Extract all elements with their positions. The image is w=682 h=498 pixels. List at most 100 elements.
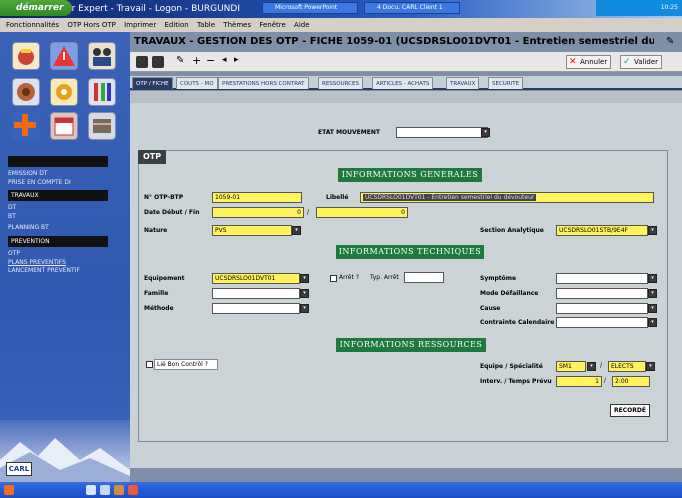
tab-travaux[interactable]: TRAVAUX — [446, 77, 480, 89]
calendar-tool-icon[interactable] — [50, 112, 78, 140]
menu-item-themes[interactable]: Thèmes — [223, 21, 251, 29]
arret-checkbox[interactable] — [330, 275, 337, 282]
otp-number-label: N° OTP-BTP — [144, 194, 184, 201]
mode-defaillance-field[interactable] — [556, 288, 648, 299]
etat-mouvement-field[interactable] — [396, 127, 488, 138]
edit-pencil-icon[interactable]: ✎ — [666, 36, 676, 48]
taskbar-item-powerpoint[interactable]: Microsoft PowerPoint — [262, 2, 358, 14]
date-start-field[interactable]: 0 — [212, 207, 304, 218]
sidebar-item-otp[interactable]: OTP — [8, 250, 20, 258]
edit-icon[interactable]: ✎ — [176, 55, 184, 66]
equipe-dropdown-icon[interactable]: ▾ — [587, 362, 596, 371]
famille-dropdown-icon[interactable]: ▾ — [300, 289, 309, 298]
sidebar-item-prise-en-compte[interactable]: PRISE EN COMPTE DI — [8, 179, 71, 187]
equipe-field[interactable]: SM1 — [556, 361, 586, 372]
mode-defaillance-dropdown-icon[interactable]: ▾ — [648, 289, 657, 298]
warning-tool-icon[interactable] — [50, 42, 78, 70]
menu-item-otp[interactable]: OTP Hors OTP — [67, 21, 116, 29]
diagnostic-tool-icon[interactable] — [12, 42, 40, 70]
menu-item-edition[interactable]: Edition — [164, 21, 188, 29]
add-icon[interactable]: + — [192, 54, 201, 67]
quicklaunch-desktop-icon[interactable] — [100, 485, 110, 495]
annuler-label: Annuler — [580, 58, 608, 66]
tab-articles-achats[interactable]: ARTICLES - ACHATS — [372, 77, 434, 89]
team-tool-icon[interactable] — [88, 42, 116, 70]
specialite-dropdown-icon[interactable]: ▾ — [646, 362, 655, 371]
print-icon[interactable] — [152, 56, 164, 68]
etat-mouvement-dropdown-icon[interactable]: ▾ — [481, 128, 490, 137]
sidebar-item-planning-bt[interactable]: PLANNING BT — [8, 224, 49, 232]
famille-label: Famille — [144, 290, 169, 297]
sidebar-item-bt[interactable]: BT — [8, 213, 16, 221]
menu-item-table[interactable]: Table — [197, 21, 215, 29]
system-tray: 10:25 — [596, 0, 682, 16]
date-end-field[interactable]: 0 — [316, 207, 408, 218]
save-icon[interactable] — [136, 56, 148, 68]
contrainte-field[interactable] — [556, 317, 648, 328]
tools-tool-icon[interactable] — [88, 78, 116, 106]
valider-button[interactable]: ✓ Valider — [620, 55, 663, 69]
form-sub-bar — [130, 91, 682, 103]
sidebar-item-prevention[interactable]: PREVENTION — [8, 236, 108, 247]
section-resources-header: INFORMATIONS RESSOURCES — [336, 338, 486, 352]
specialite-field[interactable]: ELECTS — [608, 361, 646, 372]
menu-item-imprimer[interactable]: Imprimer — [124, 21, 156, 29]
interv-field[interactable]: 1 — [556, 376, 602, 387]
tab-ressources[interactable]: RESSOURCES — [318, 77, 363, 89]
menu-item-fonctionnalites[interactable]: Fonctionnalités — [6, 21, 59, 29]
libelle-label: Libellé — [326, 194, 349, 201]
nature-field[interactable]: PVS — [212, 225, 292, 236]
otp-number-field[interactable]: 1059-01 — [212, 192, 302, 203]
tab-couts-mo[interactable]: COUTS - MO — [176, 77, 218, 89]
equipement-field[interactable]: UCSDRSLO01DVT01 — [212, 273, 300, 284]
etat-mouvement-label: ETAT MOUVEMENT — [318, 129, 380, 136]
symptome-label: Symptôme — [480, 275, 517, 282]
start-button[interactable]: démarrer — [0, 0, 72, 16]
taskbar-item-carl[interactable]: 4 Docu. CARL Client 1 — [364, 2, 460, 14]
equipement-dropdown-icon[interactable]: ▾ — [300, 274, 309, 283]
temps-prevu-field[interactable]: 2:00 — [612, 376, 650, 387]
recorde-button[interactable]: RECORDÉ — [610, 404, 650, 417]
symptome-dropdown-icon[interactable]: ▾ — [648, 274, 657, 283]
cause-field[interactable] — [556, 303, 648, 314]
previous-icon[interactable]: ◂ — [222, 55, 227, 65]
contrainte-dropdown-icon[interactable]: ▾ — [648, 318, 657, 327]
tab-otp-fiche[interactable]: OTP / FICHE — [132, 77, 173, 89]
tab-prestations[interactable]: PRESTATIONS HORS CONTRAT — [218, 77, 309, 89]
famille-field[interactable] — [212, 288, 300, 299]
quicklaunch-ie-icon[interactable] — [86, 485, 96, 495]
parts-tool-icon[interactable] — [12, 78, 40, 106]
tab-securite[interactable]: SECURITE — [488, 77, 524, 89]
menu-item-aide[interactable]: Aide — [294, 21, 309, 29]
symptome-field[interactable] — [556, 273, 648, 284]
gear-tool-icon[interactable] — [50, 78, 78, 106]
methode-dropdown-icon[interactable]: ▾ — [300, 304, 309, 313]
section-analytique-field[interactable]: UCSDRSLO01STB/9E4F — [556, 225, 648, 236]
bon-controle-checkbox[interactable] — [146, 361, 153, 368]
next-icon[interactable]: ▸ — [234, 55, 239, 65]
cause-dropdown-icon[interactable]: ▾ — [648, 304, 657, 313]
sidebar-search-box[interactable] — [8, 156, 108, 167]
archive-tool-icon[interactable] — [88, 112, 116, 140]
add-tool-icon[interactable] — [12, 112, 40, 140]
typ-arret-field[interactable] — [404, 272, 444, 283]
annuler-button[interactable]: ✕ Annuler — [566, 55, 612, 69]
sidebar-item-emission-dt[interactable]: EMISSION DT — [8, 170, 48, 178]
quicklaunch-app-icon[interactable] — [128, 485, 138, 495]
otp-group-label: OTP — [138, 150, 166, 164]
methode-field[interactable] — [212, 303, 300, 314]
quicklaunch-folder-icon[interactable] — [114, 485, 124, 495]
sidebar-item-lancement-preventif[interactable]: LANCEMENT PREVENTIF — [8, 267, 80, 275]
page-title: TRAVAUX - GESTION DES OTP - FICHE 1059-0… — [134, 36, 654, 47]
typ-arret-label: Typ. Arrêt — [370, 274, 399, 281]
sidebar-item-dt[interactable]: DT — [8, 204, 16, 212]
libelle-field[interactable]: UCSDRSLO01DVT01 - Entretien semestriel d… — [360, 192, 654, 203]
menu-item-fenetre[interactable]: Fenêtre — [259, 21, 285, 29]
sidebar-item-travaux[interactable]: TRAVAUX — [8, 190, 108, 201]
libelle-value: UCSDRSLO01DVT01 - Entretien semestriel d… — [363, 194, 537, 201]
nature-dropdown-icon[interactable]: ▾ — [292, 226, 301, 235]
mode-defaillance-label: Mode Défaillance — [480, 290, 539, 297]
sidebar-item-plans-preventifs[interactable]: PLANS PREVENTIFS — [8, 259, 66, 267]
remove-icon[interactable]: − — [206, 54, 215, 67]
section-analytique-dropdown-icon[interactable]: ▾ — [648, 226, 657, 235]
